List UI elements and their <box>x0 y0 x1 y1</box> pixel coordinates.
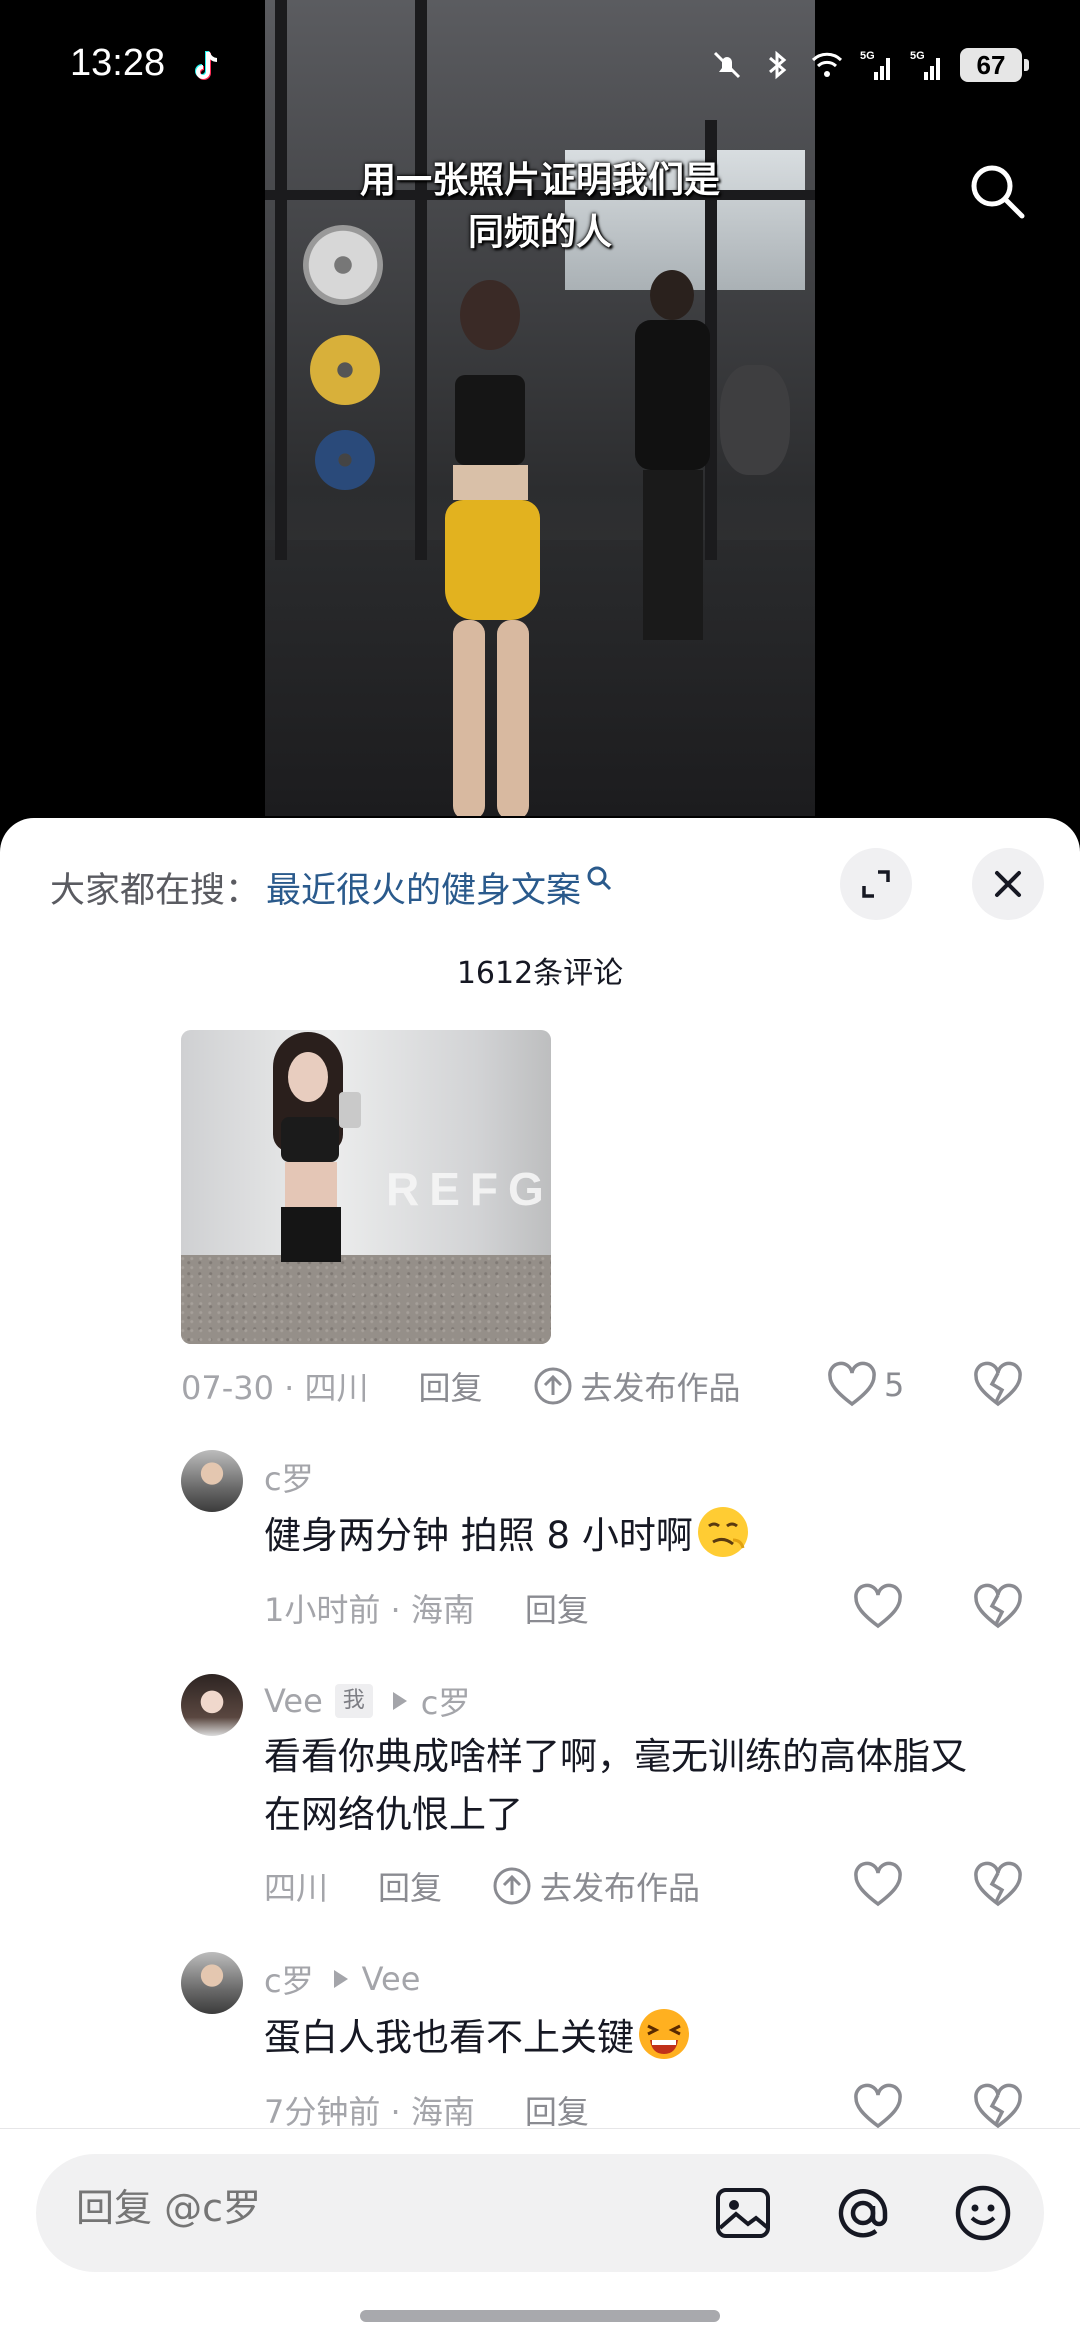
photo-reply-meta: 07-30 · 四川 回复 去发布作品 <box>181 1364 741 1408</box>
search-icon[interactable] <box>966 160 1028 222</box>
image-icon[interactable] <box>712 2182 774 2244</box>
reply-to-name[interactable]: Vee <box>362 1960 421 1998</box>
comment-count: 1612条评论 <box>456 956 624 991</box>
expand-button[interactable] <box>840 848 912 920</box>
photo-countertop <box>181 1255 551 1344</box>
photo-person <box>253 1032 363 1262</box>
weight-plate <box>310 335 380 405</box>
avatar[interactable] <box>181 1674 243 1736</box>
expand-icon <box>862 870 890 898</box>
comment-meta: 7分钟前 · 海南 回复 <box>264 2088 589 2132</box>
mute-bell-icon <box>713 51 741 79</box>
avatar[interactable] <box>181 1450 243 1512</box>
reply-composer[interactable] <box>36 2154 1044 2272</box>
broken-heart-icon[interactable] <box>972 1860 1024 1912</box>
close-icon <box>995 871 1021 897</box>
reply-to-name[interactable]: c罗 <box>421 1678 471 1724</box>
reply-photo[interactable]: REFG <box>181 1030 551 1344</box>
comment-body-line: 在网络仇恨上了 <box>264 1793 523 1836</box>
caption-line: 同频的人 <box>467 212 612 253</box>
comment-text: 看看你典成啥样了啊，毫无训练的高体脂又 在网络仇恨上了 <box>264 1728 1044 1844</box>
comment-time-location: 7分钟前 · 海南 <box>264 2093 475 2131</box>
comments-sheet: 大家都在搜： 最近很火的健身文案 1612条评论 REFG 07-30 · 四川… <box>0 818 1080 2344</box>
broken-heart-icon[interactable] <box>972 1582 1024 1634</box>
caption-line: 用一张照片证明我们是 <box>359 160 720 201</box>
search-suggestion[interactable]: 大家都在搜： 最近很火的健身文案 <box>50 862 613 912</box>
comment-date: 07-30 · 四川 <box>181 1369 369 1407</box>
comment-body: 健身两分钟 拍照 8 小时啊 <box>264 1514 693 1557</box>
suggestion-label: 大家都在搜： <box>50 870 261 911</box>
publish-label: 去发布作品 <box>540 1869 701 1907</box>
upload-icon <box>493 1867 531 1905</box>
heart-icon[interactable] <box>852 1860 904 1912</box>
suggestion-link[interactable]: 最近很火的健身文案 <box>266 862 581 913</box>
heart-icon[interactable] <box>852 1582 904 1634</box>
reply-arrow-icon <box>333 1970 348 1988</box>
laughing-emoji-icon <box>639 2009 689 2059</box>
heart-icon[interactable] <box>852 2082 904 2134</box>
svg-text:5G: 5G <box>910 50 925 62</box>
person-figure <box>415 280 565 816</box>
weight-plate <box>720 365 790 475</box>
comment-location: 四川 <box>264 1869 329 1907</box>
comment-author[interactable]: c罗 Vee <box>264 1956 420 2002</box>
status-icons: 5G 5G 67 <box>710 48 1029 82</box>
comment-meta: 1小时前 · 海南 回复 <box>264 1586 589 1630</box>
reply-button[interactable]: 回复 <box>525 1585 589 1631</box>
signal-icon: 5G <box>860 50 890 80</box>
comment-author[interactable]: Vee 我 c罗 <box>264 1678 470 1724</box>
comment-time-location: 1小时前 · 海南 <box>264 1591 475 1629</box>
reply-button[interactable]: 回复 <box>525 2087 589 2133</box>
avatar[interactable] <box>181 1952 243 2014</box>
smirk-emoji-icon <box>697 1507 748 1557</box>
search-icon <box>587 866 612 891</box>
bluetooth-icon <box>769 50 787 80</box>
signal-icon: 5G <box>910 50 940 80</box>
video-player[interactable]: 用一张照片证明我们是 同频的人 13:28 5G 5G 67 <box>0 0 1080 840</box>
heart-icon[interactable] <box>826 1360 878 1412</box>
publish-button[interactable]: 去发布作品 <box>492 1863 700 1909</box>
author-name[interactable]: c罗 <box>264 1956 314 2002</box>
broken-heart-icon[interactable] <box>972 1360 1024 1412</box>
photo-background <box>181 1030 551 1255</box>
video-caption: 用一张照片证明我们是 同频的人 <box>265 155 815 259</box>
author-name[interactable]: Vee <box>264 1682 323 1720</box>
person-figure <box>625 270 715 640</box>
weight-plate <box>315 430 375 490</box>
upload-icon <box>534 1367 572 1405</box>
comment-body: 蛋白人我也看不上关键 <box>264 2016 634 2059</box>
like-count: 5 <box>884 1366 905 1404</box>
comment-author[interactable]: c罗 <box>264 1454 314 1500</box>
tiktok-notification-icon <box>195 51 218 80</box>
reply-input[interactable] <box>76 2186 676 2230</box>
close-button[interactable] <box>972 848 1044 920</box>
comment-body-line: 看看你典成啥样了啊，毫无训练的高体脂又 <box>264 1735 967 1778</box>
broken-heart-icon[interactable] <box>972 2082 1024 2134</box>
home-indicator[interactable] <box>360 2310 720 2322</box>
emoji-icon[interactable] <box>952 2182 1014 2244</box>
status-time: 13:28 <box>70 42 166 84</box>
publish-label: 去发布作品 <box>580 1369 741 1407</box>
author-name[interactable]: c罗 <box>264 1454 314 1500</box>
comment-meta: 四川 回复 去发布作品 <box>264 1864 700 1908</box>
comment-text: 健身两分钟 拍照 8 小时啊 <box>264 1504 751 1565</box>
status-bar: 13:28 5G 5G 67 <box>0 0 1080 140</box>
mention-icon[interactable] <box>832 2182 894 2244</box>
me-badge: 我 <box>334 1684 373 1718</box>
battery-indicator: 67 <box>960 48 1029 82</box>
reply-button[interactable]: 回复 <box>378 1863 442 1909</box>
wifi-icon <box>811 52 843 77</box>
svg-text:5G: 5G <box>860 50 875 62</box>
comment-text: 蛋白人我也看不上关键 <box>264 2006 692 2067</box>
photo-sign-text: REFG <box>386 1163 551 1215</box>
reply-arrow-icon <box>392 1692 407 1710</box>
publish-button[interactable]: 去发布作品 <box>533 1363 741 1409</box>
reply-button[interactable]: 回复 <box>419 1363 483 1409</box>
